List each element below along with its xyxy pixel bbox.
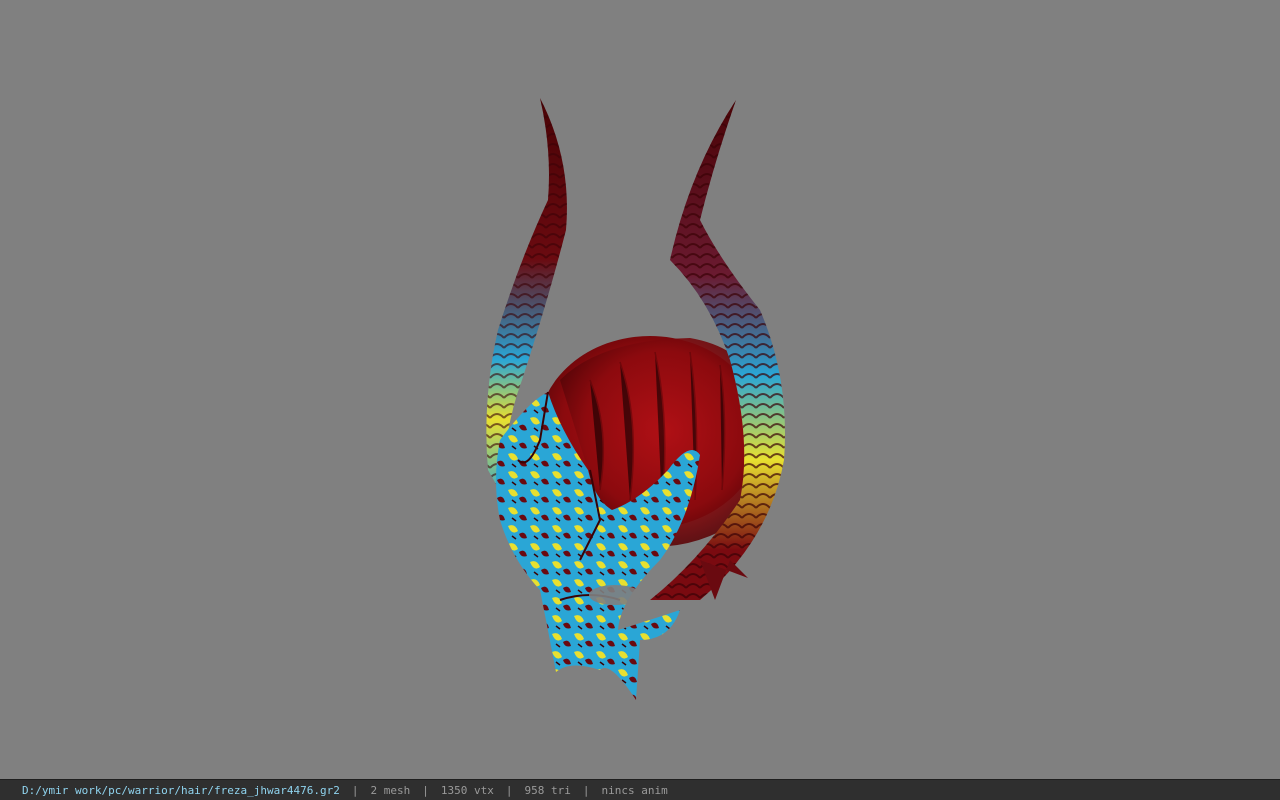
separator: | [582, 783, 590, 797]
animation-status: nincs anim [601, 783, 668, 797]
helmet-model [486, 98, 785, 700]
vertex-count: 1350 vtx [440, 783, 494, 797]
file-path: D:/ymir work/pc/warrior/hair/freza_jhwar… [22, 783, 340, 797]
triangle-count: 958 tri [524, 783, 571, 797]
separator: | [422, 783, 429, 797]
3d-viewport[interactable] [0, 0, 1280, 779]
mesh-count: 2 mesh [370, 783, 411, 797]
status-bar: D:/ymir work/pc/warrior/hair/freza_jhwar… [0, 779, 1280, 800]
separator: | [351, 783, 359, 797]
separator: | [505, 783, 513, 797]
